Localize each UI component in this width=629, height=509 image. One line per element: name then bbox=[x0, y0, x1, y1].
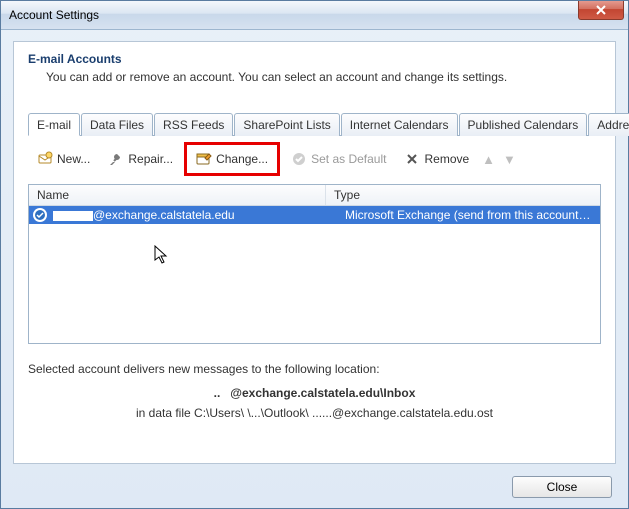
repair-button[interactable]: Repair... bbox=[101, 147, 180, 171]
tab-published-calendars[interactable]: Published Calendars bbox=[459, 113, 588, 136]
redacted-text bbox=[53, 211, 93, 221]
row-type: Microsoft Exchange (send from this accou… bbox=[337, 206, 600, 224]
new-button[interactable]: New... bbox=[30, 147, 97, 171]
set-default-label: Set as Default bbox=[311, 152, 386, 166]
default-account-icon bbox=[33, 208, 47, 222]
window-title: Account Settings bbox=[9, 8, 99, 22]
change-highlight: Change... bbox=[184, 142, 280, 176]
location-folder: .. @exchange.calstatela.edu\Inbox bbox=[28, 386, 601, 400]
tabs-bar: E-mail Data Files RSS Feeds SharePoint L… bbox=[28, 112, 601, 136]
list-header: Name Type bbox=[29, 185, 600, 206]
tab-rss-feeds[interactable]: RSS Feeds bbox=[154, 113, 233, 136]
location-datafile: in data file C:\Users\ \...\Outlook\ ...… bbox=[28, 406, 601, 420]
move-down-button: ▼ bbox=[501, 152, 518, 167]
window-close-button[interactable] bbox=[578, 1, 624, 20]
move-up-button: ▲ bbox=[480, 152, 497, 167]
change-button[interactable]: Change... bbox=[189, 147, 275, 171]
repair-label: Repair... bbox=[128, 152, 173, 166]
location-intro: Selected account delivers new messages t… bbox=[28, 362, 601, 376]
location-block: Selected account delivers new messages t… bbox=[28, 362, 601, 420]
col-header-type[interactable]: Type bbox=[326, 185, 600, 205]
section-description: You can add or remove an account. You ca… bbox=[46, 70, 601, 84]
col-header-name[interactable]: Name bbox=[29, 185, 326, 205]
content-panel: E-mail Accounts You can add or remove an… bbox=[13, 41, 616, 464]
close-icon bbox=[596, 5, 606, 15]
toolbar: New... Repair... Change... bbox=[28, 136, 601, 182]
dialog-footer: Close bbox=[512, 476, 612, 498]
tab-email[interactable]: E-mail bbox=[28, 113, 80, 136]
remove-label: Remove bbox=[424, 152, 469, 166]
table-row[interactable]: @exchange.calstatela.edu Microsoft Excha… bbox=[29, 206, 600, 224]
new-label: New... bbox=[57, 152, 90, 166]
new-icon bbox=[37, 151, 53, 167]
repair-icon bbox=[108, 151, 124, 167]
section-title: E-mail Accounts bbox=[28, 52, 601, 66]
remove-button[interactable]: Remove bbox=[397, 147, 476, 171]
set-default-button: Set as Default bbox=[284, 147, 393, 171]
change-icon bbox=[196, 151, 212, 167]
remove-icon bbox=[404, 151, 420, 167]
tab-internet-calendars[interactable]: Internet Calendars bbox=[341, 113, 458, 136]
check-circle-icon bbox=[291, 151, 307, 167]
titlebar: Account Settings bbox=[1, 1, 628, 30]
tab-sharepoint-lists[interactable]: SharePoint Lists bbox=[234, 113, 339, 136]
row-name: @exchange.calstatela.edu bbox=[29, 206, 337, 224]
tab-data-files[interactable]: Data Files bbox=[81, 113, 153, 136]
change-label: Change... bbox=[216, 152, 268, 166]
tab-address-books[interactable]: Address Books bbox=[588, 113, 629, 136]
accounts-list: Name Type @exchange.calstatela.edu Micro… bbox=[28, 184, 601, 344]
close-button[interactable]: Close bbox=[512, 476, 612, 498]
account-settings-window: Account Settings E-mail Accounts You can… bbox=[0, 0, 629, 509]
